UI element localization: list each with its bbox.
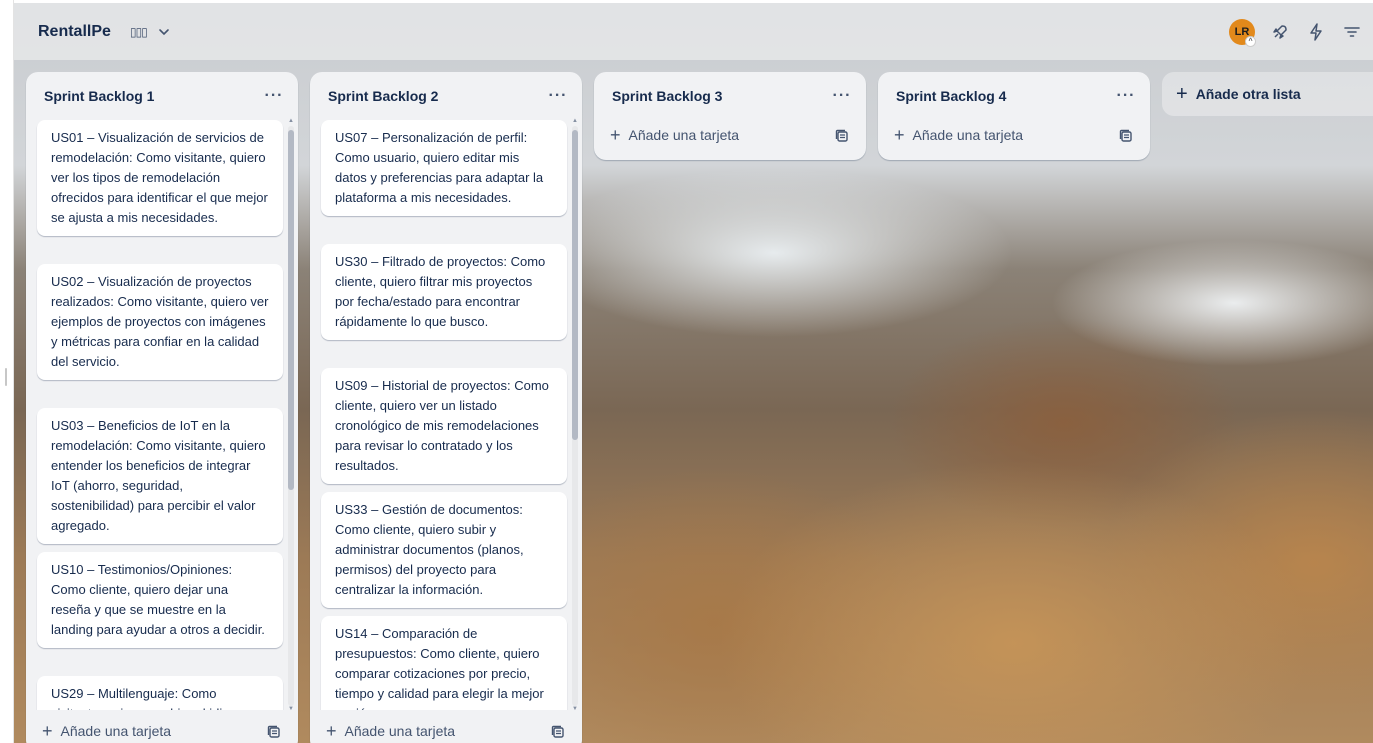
list-title[interactable]: Sprint Backlog 4	[896, 88, 1006, 104]
card[interactable]: US33 – Gestión de documentos: Como clien…	[321, 492, 567, 608]
list-title[interactable]: Sprint Backlog 1	[44, 88, 154, 104]
plus-icon: +	[42, 721, 53, 741]
add-list-button[interactable]: + Añade otra lista	[1162, 72, 1373, 116]
plus-icon: +	[1176, 83, 1188, 105]
list-footer: + Añade una tarjeta	[594, 116, 866, 156]
resize-grip[interactable]	[5, 368, 7, 386]
add-card-label: Añade una tarjeta	[628, 127, 740, 143]
card[interactable]: US30 – Filtrado de proyectos: Como clien…	[321, 244, 567, 340]
list-header: Sprint Backlog 4 ···	[878, 72, 1150, 120]
header-actions: LR ^	[1229, 19, 1363, 47]
rocket-icon	[1273, 25, 1287, 39]
card-template-icon[interactable]	[1118, 128, 1134, 144]
view-switcher[interactable]: ▯▯▯	[130, 21, 171, 43]
board-header: RentallPe ▯▯▯ LR ^	[14, 3, 1373, 60]
filter-icon	[1344, 27, 1360, 37]
avatar[interactable]: LR ^	[1229, 19, 1256, 47]
list-menu-button[interactable]: ···	[262, 84, 286, 108]
list-title[interactable]: Sprint Backlog 2	[328, 88, 438, 104]
scrollbar[interactable]	[572, 126, 578, 706]
list-header: Sprint Backlog 1 ···	[26, 72, 298, 120]
card-template-icon[interactable]	[550, 724, 566, 740]
card-template-icon[interactable]	[834, 128, 850, 144]
list-header: Sprint Backlog 2 ···	[310, 72, 582, 120]
card[interactable]: US01 – Visualización de servicios de rem…	[37, 120, 283, 236]
plus-icon: +	[326, 721, 337, 741]
card[interactable]: US03 – Beneficios de IoT en la remodelac…	[37, 408, 283, 544]
board-title[interactable]: RentallPe	[38, 23, 111, 41]
list-menu-button[interactable]: ···	[1114, 84, 1138, 108]
list-sprint-backlog-1[interactable]: Sprint Backlog 1 ··· US01 – Visualizació…	[26, 72, 298, 743]
list-footer: + Añade una tarjeta	[310, 712, 582, 743]
list-footer: + Añade una tarjeta	[26, 712, 298, 743]
board-canvas: RentallPe ▯▯▯ LR ^ Sprint Backlog 1 ··· …	[14, 3, 1373, 743]
add-card-label: Añade una tarjeta	[344, 723, 456, 739]
list-menu-button[interactable]: ···	[830, 84, 854, 108]
trello-page: RentallPe ▯▯▯ LR ^ Sprint Backlog 1 ··· …	[0, 0, 1373, 743]
list-sprint-backlog-3[interactable]: Sprint Backlog 3 ··· + Añade una tarjeta	[594, 72, 866, 160]
scroll-up-icon[interactable]: ▲	[572, 118, 578, 124]
card[interactable]: US29 – Multilenguaje: Como visitante, qu…	[37, 676, 283, 710]
left-gutter	[0, 0, 14, 743]
add-list-label: Añade otra lista	[1195, 86, 1301, 102]
add-card-button[interactable]: + Añade una tarjeta	[42, 722, 171, 740]
plus-icon: +	[894, 125, 905, 145]
add-card-label: Añade una tarjeta	[60, 723, 172, 739]
scrollbar-thumb[interactable]	[288, 130, 294, 490]
add-card-button[interactable]: + Añade una tarjeta	[894, 126, 1023, 144]
card[interactable]: US09 – Historial de proyectos: Como clie…	[321, 368, 567, 484]
add-card-button[interactable]: + Añade una tarjeta	[610, 126, 739, 144]
admin-badge-icon: ^	[1245, 36, 1256, 47]
list-footer: + Añade una tarjeta	[878, 116, 1150, 156]
list-header: Sprint Backlog 3 ···	[594, 72, 866, 120]
scrollbar[interactable]	[288, 126, 294, 706]
scrollbar-thumb[interactable]	[572, 130, 578, 440]
card-container: US01 – Visualización de servicios de rem…	[26, 120, 298, 710]
card[interactable]: US10 – Testimonios/Opiniones: Como clien…	[37, 552, 283, 648]
automation-button[interactable]	[1305, 21, 1327, 43]
filter-button[interactable]	[1341, 21, 1363, 43]
plus-icon: +	[610, 125, 621, 145]
card-template-icon[interactable]	[266, 724, 282, 740]
power-ups-button[interactable]	[1269, 21, 1291, 43]
board-view-icon: ▯▯▯	[130, 25, 148, 39]
add-card-label: Añade una tarjeta	[912, 127, 1024, 143]
list-title[interactable]: Sprint Backlog 3	[612, 88, 722, 104]
card[interactable]: US14 – Comparación de presupuestos: Como…	[321, 616, 567, 710]
scroll-up-icon[interactable]: ▲	[288, 118, 294, 124]
card-container: US07 – Personalización de perfil: Como u…	[310, 120, 582, 710]
card[interactable]: US07 – Personalización de perfil: Como u…	[321, 120, 567, 216]
lightning-icon	[1310, 23, 1322, 41]
list-sprint-backlog-4[interactable]: Sprint Backlog 4 ··· + Añade una tarjeta	[878, 72, 1150, 160]
add-card-button[interactable]: + Añade una tarjeta	[326, 722, 455, 740]
list-menu-button[interactable]: ···	[546, 84, 570, 108]
chevron-down-icon	[159, 29, 169, 36]
card[interactable]: US02 – Visualización de proyectos realiz…	[37, 264, 283, 380]
list-sprint-backlog-2[interactable]: Sprint Backlog 2 ··· US07 – Personalizac…	[310, 72, 582, 743]
